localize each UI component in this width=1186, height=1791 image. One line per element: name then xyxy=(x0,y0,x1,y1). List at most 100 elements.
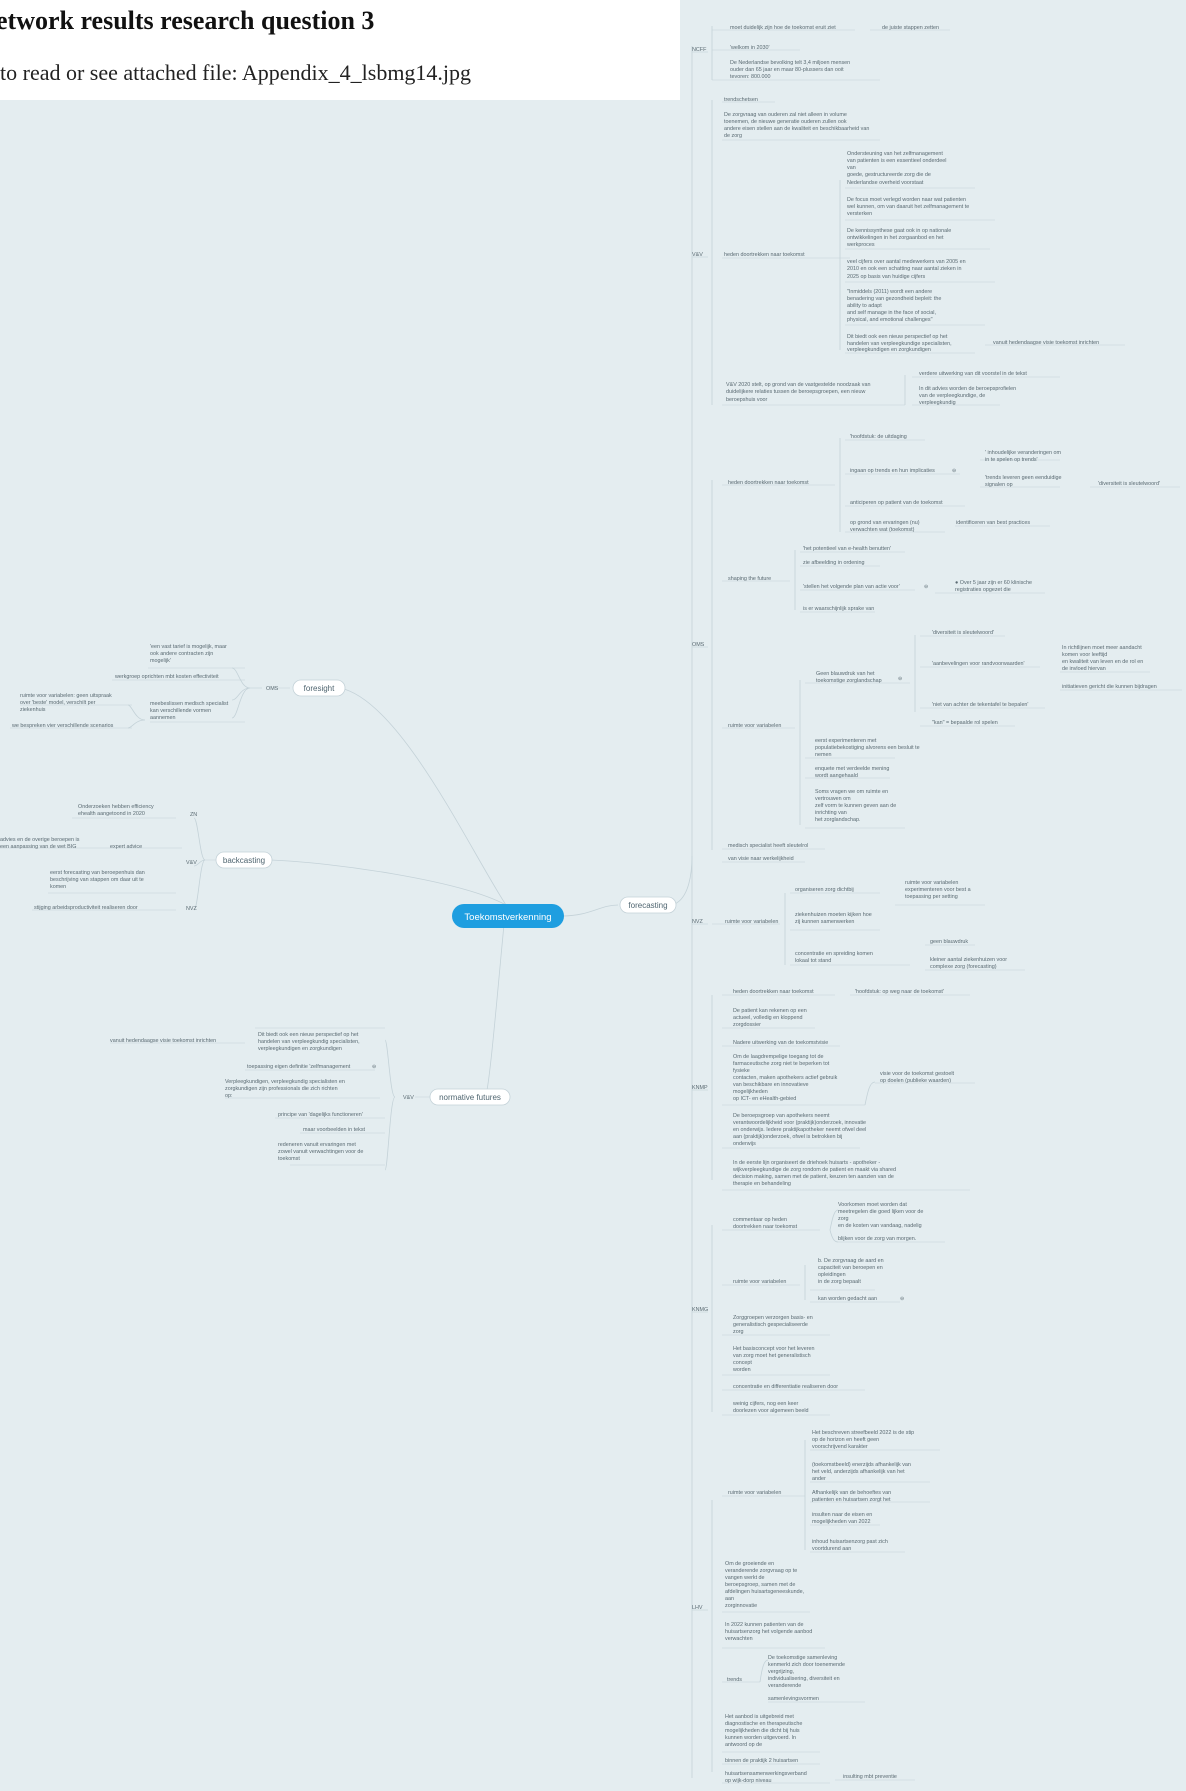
svg-text:veranderende zorgvraag op te: veranderende zorgvraag op te xyxy=(725,1568,797,1574)
svg-text:'een vast tarief is mogelijk,: 'een vast tarief is mogelijk, maar xyxy=(150,644,227,650)
svg-text:populatiebekostiging alvorens: populatiebekostiging alvorens een beslui… xyxy=(815,745,920,751)
svg-text:toepassing eigen definitie 'ze: toepassing eigen definitie 'zelfmanageme… xyxy=(247,1064,351,1070)
svg-text:Verpleegkundigen, verpleegkund: Verpleegkundigen, verpleegkundig special… xyxy=(225,1079,345,1085)
svg-text:voortdurend aan: voortdurend aan xyxy=(812,1546,851,1552)
svg-text:trends: trends xyxy=(727,1677,742,1683)
node-knmg[interactable]: KNMG xyxy=(692,1307,708,1313)
mindmap: Toekomstverkenning forecasting foresight… xyxy=(0,0,1186,1791)
svg-text:blijken voor de zorg van morge: blijken voor de zorg van morgen. xyxy=(838,1236,916,1242)
svg-text:we bespreken vier verschillend: we bespreken vier verschillende scenario… xyxy=(11,723,114,729)
svg-text:In richtlijnen moet meer aanda: In richtlijnen moet meer aandacht xyxy=(1062,645,1142,651)
svg-text:ontwikkelingen in het zorgaanb: ontwikkelingen in het zorgaanbod en het xyxy=(847,235,944,241)
node-knmp[interactable]: KNMP xyxy=(692,1085,708,1091)
svg-text:Ondersteuning van het zelfmana: Ondersteuning van het zelfmanagement xyxy=(847,151,943,157)
svg-text:zorgdossier: zorgdossier xyxy=(733,1022,761,1028)
branch-normative-futures[interactable]: normative futures xyxy=(429,1088,511,1106)
svg-text:trendschetsen: trendschetsen xyxy=(724,97,758,103)
svg-text:verpleegkundig: verpleegkundig xyxy=(919,400,956,406)
svg-text:in de zorg bepaalt: in de zorg bepaalt xyxy=(818,1279,861,1285)
svg-text:"Inmiddels (2011) wordt een an: "Inmiddels (2011) wordt een andere xyxy=(847,289,932,295)
svg-text:principe van 'dagelijks functi: principe van 'dagelijks functioneren' xyxy=(278,1112,363,1118)
svg-text:verdere uitwerking van dit voo: verdere uitwerking van dit voorstel in d… xyxy=(919,371,1027,377)
svg-text:De focus moet verlegd worden n: De focus moet verlegd worden naar wat pa… xyxy=(847,197,966,203)
svg-text:In de eerste lijn organiseert: In de eerste lijn organiseert de driehoe… xyxy=(733,1160,880,1166)
svg-text:'welkom in 2030': 'welkom in 2030' xyxy=(730,45,770,51)
svg-text:beroepshuis voor: beroepshuis voor xyxy=(726,397,768,403)
svg-text:over 'beste' model, verschilt: over 'beste' model, verschilt per xyxy=(20,700,96,706)
svg-text:complexe zorg (forecasting): complexe zorg (forecasting) xyxy=(930,964,997,970)
collapse-toggle-icon[interactable]: ⊖ xyxy=(372,1064,376,1070)
svg-text:lokaal tot stand: lokaal tot stand xyxy=(795,958,831,964)
svg-text:'aanbevelingen voor randvoorwa: 'aanbevelingen voor randvoorwaarden' xyxy=(932,661,1025,667)
svg-text:'het potentieel van e-health b: 'het potentieel van e-health benutten' xyxy=(803,546,891,552)
svg-text:wordt aangehaald: wordt aangehaald xyxy=(814,773,858,779)
svg-text:doorlezen voor algemeen beeld: doorlezen voor algemeen beeld xyxy=(733,1408,809,1414)
svg-text:zorg: zorg xyxy=(838,1216,849,1222)
collapse-toggle-icon[interactable]: ⊖ xyxy=(900,1296,904,1302)
svg-text:'diversiteit is sleutelwoord': 'diversiteit is sleutelwoord' xyxy=(932,630,994,636)
mindmap-canvas[interactable]: Toekomstverkenning forecasting foresight… xyxy=(0,0,1186,1791)
svg-text:van visie naar werkelijkheid: van visie naar werkelijkheid xyxy=(728,856,794,862)
branch-forecasting[interactable]: forecasting xyxy=(619,896,677,914)
node-nvz[interactable]: NVZ xyxy=(692,919,703,925)
svg-text:Dit biedt ook een nieuw perspe: Dit biedt ook een nieuw perspectief op h… xyxy=(258,1032,359,1038)
branch-foresight[interactable]: foresight xyxy=(292,679,346,697)
svg-text:zie afbeelding in ordening: zie afbeelding in ordening xyxy=(803,560,864,566)
collapse-toggle-icon[interactable]: ⊖ xyxy=(924,584,928,590)
svg-text:antwoord op de: antwoord op de xyxy=(725,1742,762,1748)
svg-text:Afhankelijk van de behoeftes v: Afhankelijk van de behoeftes van xyxy=(812,1490,891,1496)
svg-text:ook andere contracten zijn: ook andere contracten zijn xyxy=(150,651,213,657)
svg-text:benadering van gezondheid bepl: benadering van gezondheid bepleit: the xyxy=(847,296,941,302)
svg-text:ingaan op trends en hun implic: ingaan op trends en hun implicaties xyxy=(850,468,935,474)
svg-text:2025 op basis van huidige cijf: 2025 op basis van huidige cijfers xyxy=(847,274,926,280)
svg-text:ruimte voor variabelen: ruimte voor variabelen xyxy=(905,880,958,886)
node-vv[interactable]: V&V xyxy=(692,252,703,258)
svg-text:V&V: V&V xyxy=(186,860,197,866)
svg-text:expert advice: expert advice xyxy=(110,844,142,850)
svg-text:registraties opgezet die: registraties opgezet die xyxy=(955,587,1011,593)
svg-text:actueel, volledig en kloppend: actueel, volledig en kloppend xyxy=(733,1015,803,1021)
svg-text:huisartsensamenwerkingsverband: huisartsensamenwerkingsverband xyxy=(725,1771,807,1777)
svg-text:diagnostische en therapeutisch: diagnostische en therapeutische xyxy=(725,1721,802,1727)
svg-text:V&V 2020 stelt, op grond van d: V&V 2020 stelt, op grond van de vastgest… xyxy=(726,382,870,388)
svg-text:het veld, anderzijds afhankeli: het veld, anderzijds afhankelijk van het xyxy=(812,1469,905,1475)
svg-text:kan verschillende vormen: kan verschillende vormen xyxy=(150,708,211,714)
svg-text:een aanpassing van de wet BIG: een aanpassing van de wet BIG xyxy=(0,844,76,850)
collapse-toggle-icon[interactable]: ⊖ xyxy=(898,676,902,682)
svg-text:de zorg: de zorg xyxy=(724,133,742,139)
node-oms[interactable]: OMS xyxy=(692,642,705,648)
canvas-background xyxy=(0,0,1186,1791)
svg-text:signalen op: signalen op xyxy=(985,482,1013,488)
svg-text:vangen werkt de: vangen werkt de xyxy=(725,1575,765,1581)
svg-text:verpleegkundigen en zorgkundig: verpleegkundigen en zorgkundigen xyxy=(847,347,931,353)
svg-text:initiatieven gericht die kunne: initiatieven gericht die kunnen bijdrage… xyxy=(1062,684,1157,690)
svg-text:'niet van achter de tekentafel: 'niet van achter de tekentafel te bepale… xyxy=(932,702,1028,708)
svg-text:eerst forecasting van beroepen: eerst forecasting van beroepenhuis dan xyxy=(50,870,145,876)
svg-text:meetregelen die goed lijken vo: meetregelen die goed lijken voor de xyxy=(838,1209,923,1215)
svg-text:beschrijving van stappen om da: beschrijving van stappen om daar uit te xyxy=(50,877,144,883)
svg-text:' inhoudelijke veranderingen o: ' inhoudelijke veranderingen om xyxy=(985,450,1061,456)
root-node[interactable]: Toekomstverkenning xyxy=(452,904,564,928)
svg-text:visie voor de toekomst gestoel: visie voor de toekomst gestoelt xyxy=(880,1071,955,1077)
svg-text:opleidingen: opleidingen xyxy=(818,1272,846,1278)
svg-text:en kwaliteit van leven en de r: en kwaliteit van leven en de rol en xyxy=(1062,659,1143,665)
svg-text:'hoofdstuk: de uitdaging: 'hoofdstuk: de uitdaging xyxy=(850,434,907,440)
node-lhv[interactable]: LHV xyxy=(692,1605,703,1611)
svg-text:toekomst: toekomst xyxy=(278,1156,300,1162)
svg-text:zorg: zorg xyxy=(733,1329,744,1335)
svg-text:en onderwijs. Iedere praktijka: en onderwijs. Iedere praktijkapotheker n… xyxy=(733,1127,866,1133)
svg-text:vergrijzing,: vergrijzing, xyxy=(768,1669,795,1675)
svg-text:ehealth aangetoond in 2020: ehealth aangetoond in 2020 xyxy=(78,811,145,817)
svg-text:vanuit hedendaagse visie toeko: vanuit hedendaagse visie toekomst inrich… xyxy=(110,1038,216,1044)
svg-text:'diversiteit is sleutelwoord': 'diversiteit is sleutelwoord' xyxy=(1098,481,1160,487)
svg-text:Het beschreven streefbeeld 202: Het beschreven streefbeeld 2022 is de st… xyxy=(812,1430,914,1436)
svg-text:heden doortrekken naar toekoms: heden doortrekken naar toekomst xyxy=(724,252,805,258)
svg-text:nemen: nemen xyxy=(815,752,831,758)
collapse-toggle-icon[interactable]: ⊖ xyxy=(952,468,956,474)
branch-backcasting[interactable]: backcasting xyxy=(215,851,273,869)
svg-text:patienten en huisartsen zorgt: patienten en huisartsen zorgt het xyxy=(812,1497,891,1503)
node-ncff[interactable]: NCFF xyxy=(692,47,707,53)
svg-text:organiseren zorg dichtbij: organiseren zorg dichtbij xyxy=(795,887,854,893)
svg-text:ziekenhuis: ziekenhuis xyxy=(20,707,46,713)
svg-text:zowel vanuit verwachtingen voo: zowel vanuit verwachtingen voor de xyxy=(278,1149,363,1155)
